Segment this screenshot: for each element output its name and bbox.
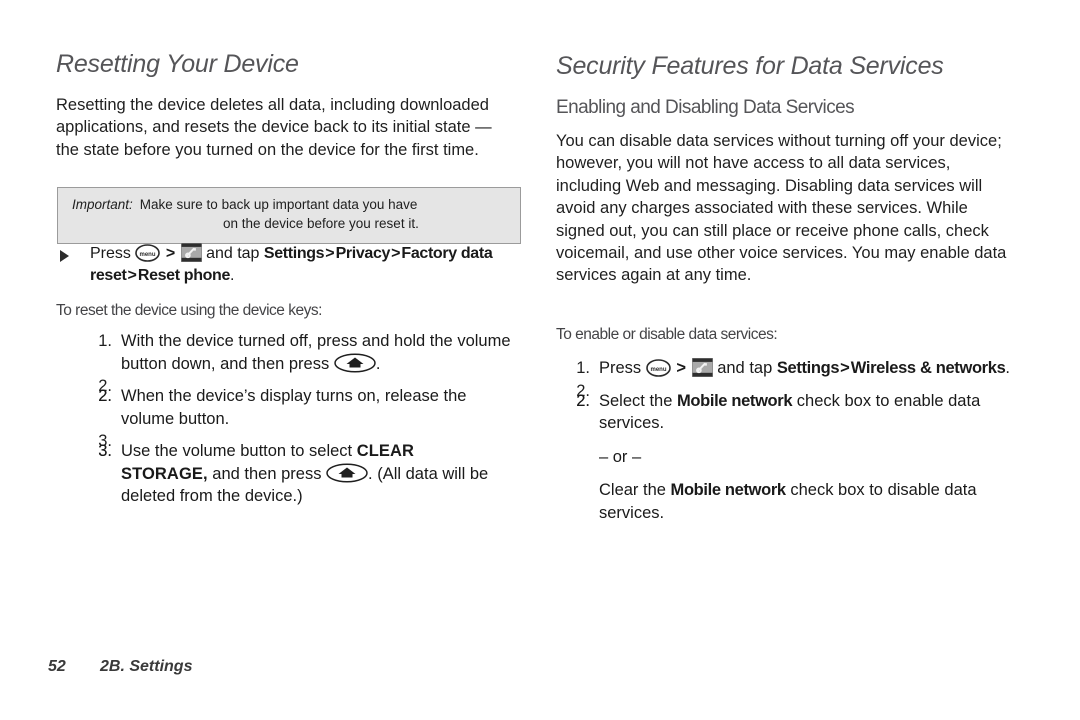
- alternate-instruction: Clear the Mobile network check box to di…: [599, 479, 1016, 524]
- settings-app-icon: [691, 358, 713, 377]
- menu-key-icon: menu: [135, 244, 161, 262]
- bullet-step-factory-reset: Press menu > and tap Settings>Privacy>Fa…: [60, 243, 526, 287]
- ui-path-settings-right: Settings: [776, 359, 840, 377]
- path-separator-1: >: [165, 245, 176, 262]
- trailing-period-1: .: [230, 267, 235, 284]
- step-3-text-mid: and then press: [212, 464, 322, 483]
- press-label: Press: [90, 245, 131, 262]
- data-services-steps-list: Press menu > and tap Settings>Wireless &…: [566, 357, 1016, 524]
- path-separator-3: >: [391, 245, 401, 262]
- step-2-text: When the device’s display turns on, rele…: [121, 387, 467, 428]
- list-item-step-1: With the device turned off, press and ho…: [88, 330, 522, 375]
- ui-mobile-network-1: Mobile network: [676, 391, 793, 410]
- step-1-text: With the device turned off, press and ho…: [121, 332, 511, 373]
- callout-line-2: on the device before you reset it.: [222, 215, 419, 231]
- step-2-alt-pre: Clear the: [599, 481, 666, 499]
- intro-paragraph-right: You can disable data services without tu…: [556, 132, 1007, 285]
- step-spacer-1: [88, 375, 522, 398]
- manual-page: Resetting Your Device Resetting the devi…: [0, 0, 1080, 720]
- ui-path-reset-phone: Reset phone: [137, 267, 231, 284]
- lead-in-reset-keys: To reset the device using the device key…: [56, 302, 322, 319]
- page-title-security-features: Security Features for Data Services: [556, 52, 944, 80]
- list-item-step-3-wrapper: 3. Use the volume button to select CLEAR …: [88, 440, 489, 505]
- path-separator-2: >: [325, 245, 335, 262]
- reset-steps-list: With the device turned off, press and ho…: [88, 330, 522, 508]
- step-1-period: .: [375, 354, 381, 373]
- callout-text: Make sure to back up important data you …: [140, 196, 508, 233]
- list-item-step-2-wrapper: 2. When the device’s display turns on, r…: [88, 385, 467, 428]
- path-separator-4: >: [127, 267, 137, 284]
- callout-label: Important:: [72, 197, 133, 212]
- and-tap-label-right: and tap: [717, 359, 773, 377]
- intro-paragraph-left: Resetting the device deletes all data, i…: [56, 96, 492, 159]
- step-2-right-pre: Select the: [599, 391, 673, 410]
- path-separator-r2: >: [840, 359, 850, 377]
- callout-line-1: Make sure to back up important data you …: [139, 197, 418, 212]
- bullet-step-text: Press menu > and tap Settings>Privacy>Fa…: [80, 243, 526, 287]
- press-label-right: Press: [599, 359, 642, 377]
- list-item-right-step-2: 2. Select the Mobile network check box to…: [566, 390, 1016, 525]
- svg-text:menu: menu: [140, 252, 156, 258]
- ui-path-settings: Settings: [263, 245, 325, 262]
- step-3-text-pre: Use the volume button to select: [121, 442, 353, 460]
- home-key-icon: [334, 353, 376, 373]
- footer-page-number: 52: [48, 658, 66, 675]
- path-separator-r1: >: [676, 359, 687, 377]
- settings-app-icon: [180, 243, 202, 262]
- or-divider: – or –: [599, 446, 1016, 469]
- important-callout: Important: Make sure to back up importan…: [57, 187, 521, 244]
- page-footer: 52 2B. Settings: [48, 658, 192, 676]
- home-key-icon: [326, 463, 368, 483]
- and-tap-label: and tap: [206, 245, 260, 262]
- ui-mobile-network-2: Mobile network: [670, 481, 787, 499]
- lead-in-enable-disable: To enable or disable data services:: [556, 326, 778, 343]
- trailing-period-2: .: [1005, 359, 1010, 377]
- step-spacer-r1: [566, 380, 1016, 403]
- page-title-resetting: Resetting Your Device: [56, 50, 299, 78]
- svg-text:menu: menu: [650, 367, 666, 373]
- ui-path-privacy: Privacy: [335, 245, 391, 262]
- triangle-bullet-icon: [60, 243, 80, 287]
- menu-key-icon: menu: [645, 359, 671, 377]
- footer-section-label: 2B. Settings: [100, 658, 193, 675]
- list-item-right-step-1: Press menu > and tap Settings>Wireless &…: [566, 357, 1016, 380]
- section-heading-enabling-disabling: Enabling and Disabling Data Services: [556, 97, 855, 118]
- ui-path-wireless-networks: Wireless & networks: [850, 359, 1006, 377]
- step-spacer-2: [88, 430, 522, 453]
- or-divider-text: – or –: [599, 447, 642, 466]
